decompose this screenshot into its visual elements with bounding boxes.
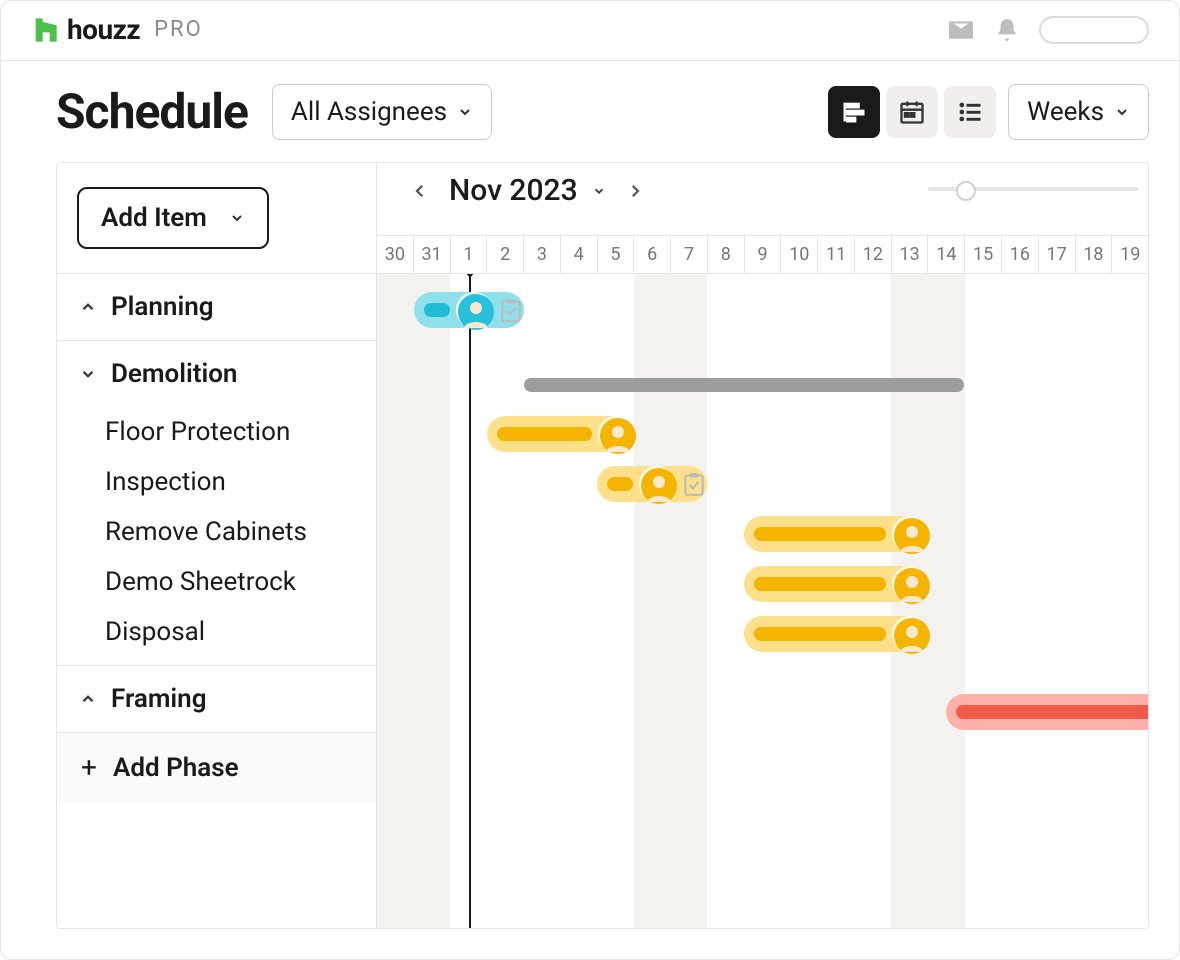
add-phase-label: Add Phase: [113, 753, 239, 783]
dependency-arrow: [377, 274, 1148, 928]
day-header-cell: 9: [744, 236, 781, 273]
task-row[interactable]: Inspection: [57, 457, 376, 507]
chevron-down-icon: [77, 363, 99, 385]
brand-logo: houzz PRO: [31, 13, 203, 46]
phase-row-planning[interactable]: Planning: [57, 274, 376, 341]
plus-icon: +: [77, 751, 101, 784]
day-header-cell: 15: [964, 236, 1001, 273]
next-month-button[interactable]: [620, 176, 650, 206]
day-header-cell: 4: [560, 236, 597, 273]
phase-label: Demolition: [111, 359, 237, 389]
page-title: Schedule: [56, 83, 248, 140]
chevron-down-icon: [229, 210, 245, 226]
interval-label: Weeks: [1027, 97, 1104, 127]
day-header-cell: 13: [891, 236, 928, 273]
calendar-view-button[interactable]: [886, 86, 938, 138]
day-header-cell: 10: [780, 236, 817, 273]
day-header-cell: 3: [523, 236, 560, 273]
day-header-cell: 5: [597, 236, 634, 273]
day-header-cell: 1: [450, 236, 487, 273]
day-header-cell: 7: [670, 236, 707, 273]
day-header-cell: 6: [633, 236, 670, 273]
bell-icon[interactable]: [993, 16, 1021, 44]
assignees-dropdown[interactable]: All Assignees: [272, 84, 492, 140]
zoom-slider-thumb[interactable]: [956, 181, 976, 201]
prev-month-button[interactable]: [405, 176, 435, 206]
day-header-cell: 16: [1001, 236, 1038, 273]
day-header-cell: 30: [377, 236, 413, 273]
day-header-cell: 12: [854, 236, 891, 273]
day-header-cell: 14: [927, 236, 964, 273]
day-header-cell: 18: [1075, 236, 1112, 273]
phase-row-framing[interactable]: Framing: [57, 666, 376, 733]
phase-label: Planning: [111, 292, 214, 322]
day-header-cell: 19: [1111, 236, 1148, 273]
add-item-label: Add Item: [101, 203, 207, 233]
zoom-slider[interactable]: [928, 181, 1138, 197]
chevron-up-icon: [77, 688, 99, 710]
day-header-cell: 8: [707, 236, 744, 273]
chevron-down-icon: [592, 184, 606, 198]
task-row[interactable]: Floor Protection: [57, 407, 376, 457]
day-header-cell: 17: [1038, 236, 1075, 273]
chevron-down-icon: [1114, 104, 1130, 120]
interval-dropdown[interactable]: Weeks: [1008, 84, 1149, 140]
day-header-cell: 11: [817, 236, 854, 273]
search-input[interactable]: [1039, 16, 1149, 44]
phase-label: Framing: [111, 684, 207, 714]
houzz-logo-icon: [31, 16, 59, 44]
task-row[interactable]: Disposal: [57, 607, 376, 665]
chevron-down-icon: [457, 104, 473, 120]
mail-icon[interactable]: [947, 16, 975, 44]
brand-name: houzz: [67, 13, 140, 46]
month-label[interactable]: Nov 2023: [449, 173, 578, 208]
phase-row-demolition[interactable]: Demolition: [57, 341, 376, 407]
brand-suffix: PRO: [154, 17, 203, 42]
task-row[interactable]: Remove Cabinets: [57, 507, 376, 557]
task-row[interactable]: Demo Sheetrock: [57, 557, 376, 607]
add-phase-button[interactable]: + Add Phase: [57, 733, 376, 802]
chevron-up-icon: [77, 296, 99, 318]
day-header-cell: 2: [486, 236, 523, 273]
gantt-view-button[interactable]: [828, 86, 880, 138]
add-item-button[interactable]: Add Item: [77, 187, 269, 249]
assignees-label: All Assignees: [291, 97, 447, 127]
list-view-button[interactable]: [944, 86, 996, 138]
day-header-cell: 31: [413, 236, 450, 273]
